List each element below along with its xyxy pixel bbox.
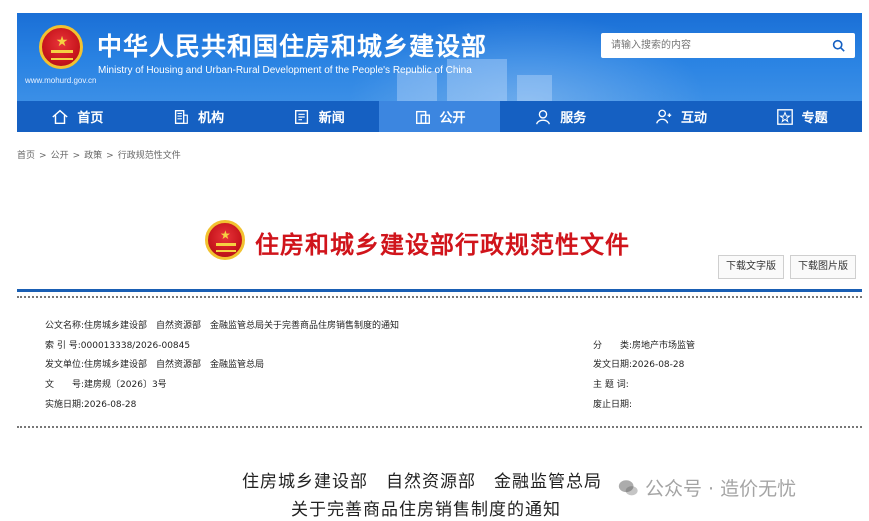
news-icon xyxy=(294,109,308,124)
wechat-icon xyxy=(618,479,638,495)
search-input[interactable] xyxy=(611,37,811,54)
nav-item-service[interactable]: 服务 xyxy=(500,101,621,132)
main-nav: 首页 机构 新闻 公开 服务 互动 专题 xyxy=(17,101,862,132)
site-subtitle: Ministry of Housing and Urban-Rural Deve… xyxy=(98,65,472,76)
download-image-button[interactable]: 下载图片版 xyxy=(790,255,856,279)
doc-emblem-icon: ★ xyxy=(205,220,245,260)
nav-label: 专题 xyxy=(801,111,828,126)
meta-label: 实施日期: xyxy=(45,400,85,410)
meta-doc-name: 公文名称:住房城乡建设部 自然资源部 金融监管总局关于完善商品住房销售制度的通知 xyxy=(45,318,399,331)
document-title-line2: 关于完善商品住房销售制度的通知 xyxy=(291,500,561,520)
meta-subject: 主 题 词: xyxy=(593,377,629,390)
emblem-star: ★ xyxy=(220,228,231,242)
meta-expiry-date: 废止日期: xyxy=(593,397,632,410)
folder-icon xyxy=(415,110,430,124)
site-url[interactable]: www.mohurd.gov.cn xyxy=(25,76,96,85)
nav-item-home[interactable]: 首页 xyxy=(17,101,138,132)
nav-label: 公开 xyxy=(439,111,466,126)
divider xyxy=(17,296,862,298)
meta-number: 文 号:建房规〔2026〕3号 xyxy=(45,377,167,390)
breadcrumb-separator: > xyxy=(39,151,47,161)
breadcrumb-separator: > xyxy=(106,151,114,161)
search-box[interactable] xyxy=(601,33,855,58)
meta-label: 发文单位: xyxy=(45,360,85,370)
meta-label: 公文名称: xyxy=(45,321,85,331)
interact-icon xyxy=(656,109,672,124)
meta-label: 废止日期: xyxy=(593,400,633,410)
watermark: 公众号 · 造价无忧 xyxy=(617,474,796,501)
nav-item-public[interactable]: 公开 xyxy=(379,101,500,132)
header-building-silhouette xyxy=(517,75,552,101)
download-text-button[interactable]: 下载文字版 xyxy=(718,255,784,279)
meta-label: 主 题 词: xyxy=(593,380,629,390)
nav-item-interact[interactable]: 互动 xyxy=(621,101,742,132)
home-icon xyxy=(52,109,69,124)
nav-label: 首页 xyxy=(77,111,104,126)
nav-label: 机构 xyxy=(198,111,225,126)
nav-label: 互动 xyxy=(680,111,707,126)
divider xyxy=(17,289,862,292)
document-title-line1: 住房城乡建设部 自然资源部 金融监管总局 xyxy=(242,472,602,492)
breadcrumb: 首页 > 公开 > 政策 > 行政规范性文件 xyxy=(17,148,181,161)
meta-value: 000013338/2026-00845 xyxy=(80,341,191,351)
nav-label: 新闻 xyxy=(318,111,345,126)
site-title[interactable]: 中华人民共和国住房和城乡建设部 xyxy=(97,27,487,63)
meta-effective-date: 实施日期:2026-08-28 xyxy=(45,397,136,410)
meta-label: 索 引 号: xyxy=(45,341,81,351)
meta-value: 建房规〔2026〕3号 xyxy=(84,380,167,390)
doc-category-title: 住房和城乡建设部行政规范性文件 xyxy=(255,231,630,259)
service-icon xyxy=(536,109,551,124)
emblem-star: ★ xyxy=(55,34,69,50)
building-icon xyxy=(174,109,188,124)
nav-label: 服务 xyxy=(560,111,587,126)
meta-label: 发文日期: xyxy=(593,360,633,370)
watermark-text: 公众号 · 造价无忧 xyxy=(645,478,797,500)
page: ★ www.mohurd.gov.cn 中华人民共和国住房和城乡建设部 Mini… xyxy=(0,0,869,521)
nav-item-topic[interactable]: 专题 xyxy=(741,101,862,132)
breadcrumb-current[interactable]: 行政规范性文件 xyxy=(118,151,181,161)
meta-value: 2026-08-28 xyxy=(84,400,137,410)
meta-value: 住房城乡建设部 自然资源部 金融监管总局 xyxy=(84,360,265,370)
emblem-gate xyxy=(216,243,236,252)
meta-category: 分 类:房地产市场监管 xyxy=(593,338,695,351)
national-emblem-icon[interactable]: ★ xyxy=(39,25,83,69)
nav-item-news[interactable]: 新闻 xyxy=(258,101,379,132)
divider xyxy=(17,426,862,428)
breadcrumb-separator: > xyxy=(72,151,81,161)
search-icon[interactable] xyxy=(832,39,845,52)
meta-label: 文 号: xyxy=(45,380,85,390)
meta-label: 分 类: xyxy=(593,341,633,351)
site-header: ★ www.mohurd.gov.cn 中华人民共和国住房和城乡建设部 Mini… xyxy=(17,13,862,101)
meta-value: 住房城乡建设部 自然资源部 金融监管总局关于完善商品住房销售制度的通知 xyxy=(84,321,400,331)
meta-index: 索 引 号:000013338/2026-00845 xyxy=(45,338,190,351)
meta-value: 2026-08-28 xyxy=(632,360,685,370)
meta-issuer: 发文单位:住房城乡建设部 自然资源部 金融监管总局 xyxy=(45,357,264,370)
breadcrumb-public[interactable]: 公开 xyxy=(51,151,69,161)
breadcrumb-home[interactable]: 首页 xyxy=(17,151,35,161)
nav-item-org[interactable]: 机构 xyxy=(138,101,259,132)
breadcrumb-policy[interactable]: 政策 xyxy=(84,151,102,161)
meta-issue-date: 发文日期:2026-08-28 xyxy=(593,357,684,370)
emblem-gate xyxy=(51,50,73,60)
star-icon xyxy=(776,108,793,125)
meta-value: 房地产市场监管 xyxy=(632,341,696,351)
